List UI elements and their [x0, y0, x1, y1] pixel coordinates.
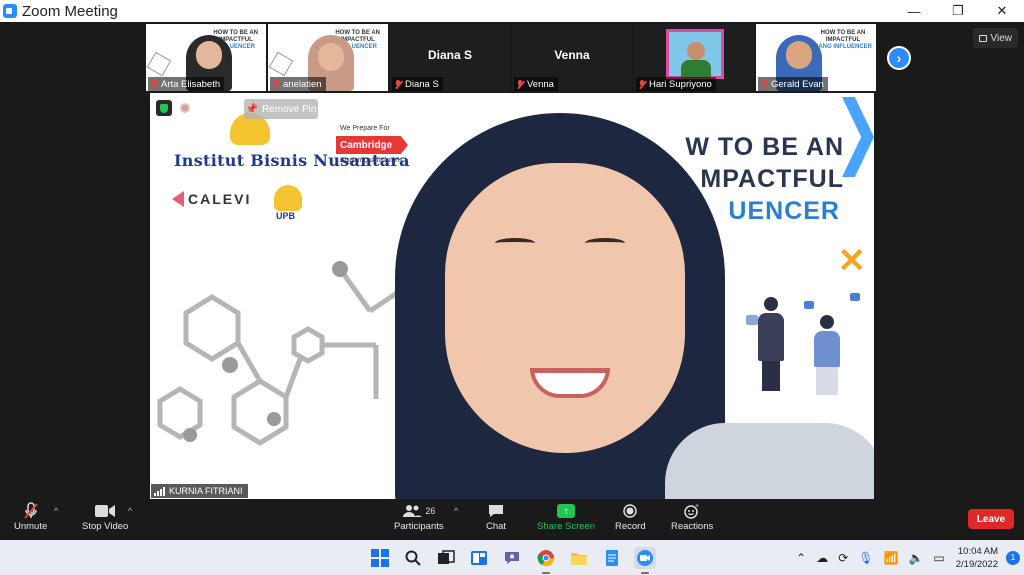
leave-button[interactable]: Leave — [968, 509, 1014, 529]
notepad-icon[interactable] — [601, 547, 623, 569]
mic-muted-icon — [272, 79, 280, 89]
volume-icon[interactable]: 🔈 — [908, 551, 923, 565]
meeting-stage: View HOW TO BE AN IMPACTFUL INFLUENCER Art… — [0, 22, 1024, 499]
notification-badge[interactable]: 1 — [1006, 550, 1020, 565]
chevron-up-icon[interactable]: ⌃ — [796, 551, 806, 565]
participant-video — [666, 29, 724, 79]
participant-tile-arta[interactable]: HOW TO BE AN IMPACTFUL INFLUENCER Arta Eli… — [146, 24, 266, 91]
view-button[interactable]: View — [972, 28, 1018, 48]
meeting-toolbar: Unmute ^ Stop Video ^ 26 Participants ^ … — [0, 499, 1024, 540]
participant-name-tag: Venna — [514, 77, 558, 91]
upb-logo-text: UPB — [276, 211, 296, 221]
chrome-icon[interactable] — [535, 547, 557, 574]
clock-time: 10:04 AM — [957, 545, 998, 557]
recording-indicator-icon — [180, 103, 190, 113]
security-shield-icon[interactable] — [156, 100, 172, 116]
participants-icon: 26 — [402, 501, 435, 521]
participant-name-tag: Hari Supriyono — [636, 77, 716, 91]
grid-view-icon — [978, 34, 987, 42]
participant-display-name: Venna — [554, 48, 590, 62]
share-screen-button[interactable]: ↑ Share Screen — [537, 501, 595, 532]
title-bar: Zoom Meeting — ❐ ✕ — [0, 0, 1024, 22]
mic-muted-icon — [150, 79, 158, 89]
participant-tile-diana[interactable]: Diana S Diana S — [390, 24, 510, 91]
smiley-plus-icon: + — [684, 501, 700, 521]
task-view-icon[interactable] — [435, 547, 457, 569]
unmute-button[interactable]: Unmute — [14, 501, 47, 532]
file-explorer-icon[interactable] — [568, 547, 590, 569]
participant-name-tag: anelatien — [270, 77, 326, 91]
clock[interactable]: 10:04 AM 2/19/2022 — [956, 545, 998, 571]
chat-button[interactable]: Chat — [486, 501, 506, 532]
record-button[interactable]: Record — [615, 501, 646, 532]
teams-chat-icon[interactable] — [501, 547, 523, 569]
zoom-app-icon — [3, 4, 17, 18]
system-tray: ⌃ ☁ ⟳ 🎙 📶 🔈 ▭ 10:04 AM 2/19/2022 1 — [791, 540, 1020, 575]
video-options-caret-icon[interactable]: ^ — [128, 506, 132, 516]
participants-button[interactable]: 26 Participants — [394, 501, 444, 532]
record-icon — [623, 501, 638, 521]
chat-bubble-icon — [488, 501, 504, 521]
window-title: Zoom Meeting — [22, 2, 118, 20]
clock-date: 2/19/2022 — [955, 558, 998, 570]
participant-name-tag: Diana S — [392, 77, 443, 91]
presenter-video — [365, 93, 874, 499]
windows-taskbar: ⌃ ☁ ⟳ 🎙 📶 🔈 ▭ 10:04 AM 2/19/2022 1 — [0, 540, 1024, 575]
audio-options-caret-icon[interactable]: ^ — [54, 506, 58, 516]
maximize-button[interactable]: ❐ — [936, 0, 980, 22]
mic-muted-icon — [760, 79, 768, 89]
sync-icon[interactable]: ⟳ — [838, 551, 848, 565]
pin-icon: 📌 — [245, 103, 258, 115]
minimize-button[interactable]: — — [892, 0, 936, 22]
participant-tile-venna[interactable]: Venna Venna — [512, 24, 632, 91]
meeting-status-icons — [156, 100, 190, 116]
widgets-icon[interactable] — [468, 547, 490, 569]
participant-tile-hari[interactable]: Hari Supriyono — [634, 24, 754, 91]
zoom-taskbar-icon[interactable] — [634, 547, 656, 574]
view-button-label: View — [990, 32, 1013, 44]
wifi-icon[interactable]: 📶 — [883, 551, 898, 565]
participant-name-tag: Gerald Evan — [758, 77, 828, 91]
calevi-mark-icon — [172, 191, 184, 207]
reactions-button[interactable]: + Reactions — [671, 501, 713, 532]
participant-display-name: Diana S — [427, 48, 472, 62]
active-speaker-name-tag: KURNIA FITRIANI — [151, 484, 248, 498]
stop-video-button[interactable]: Stop Video — [82, 501, 128, 532]
remove-pin-button[interactable]: 📌 Remove Pin — [244, 99, 318, 119]
chevron-right-icon: › — [896, 50, 902, 66]
upb-crest-logo — [274, 185, 302, 211]
next-page-button[interactable]: › — [887, 46, 911, 70]
svg-text:+: + — [695, 503, 699, 510]
hexagon-graphic — [268, 51, 294, 77]
start-icon[interactable] — [369, 547, 391, 569]
hexagon-graphic — [146, 51, 172, 77]
calevi-logo: CALEVI — [172, 191, 251, 207]
participant-tile-gerald[interactable]: HOW TO BE AN IMPACTFUL NANO INFLUENCER Ger… — [756, 24, 876, 91]
search-icon[interactable] — [402, 547, 424, 569]
video-camera-icon — [95, 501, 116, 521]
participant-tile-anelatien[interactable]: HOW TO BE AN IMPACTFUL INFLUENCER anelatie… — [268, 24, 388, 91]
mic-muted-icon — [23, 501, 39, 521]
share-screen-icon: ↑ — [557, 504, 576, 518]
mic-muted-icon — [394, 79, 402, 89]
onedrive-icon[interactable]: ☁ — [816, 551, 828, 565]
battery-icon[interactable]: ▭ — [933, 551, 944, 565]
mic-muted-icon — [516, 79, 524, 89]
participant-name-tag: Arta Elisabeth — [148, 77, 225, 91]
close-button[interactable]: ✕ — [980, 0, 1024, 22]
active-speaker-video[interactable]: Institut Bisnis Nusantara We Prepare For… — [150, 93, 874, 499]
mic-muted-icon — [638, 79, 646, 89]
participant-count: 26 — [425, 506, 436, 516]
microphone-icon[interactable]: 🎙 — [858, 551, 873, 565]
participants-options-caret-icon[interactable]: ^ — [454, 506, 458, 516]
slide-thumb-text: HOW TO BE AN IMPACTFUL NANO INFLUENCER — [814, 30, 872, 50]
signal-strength-icon — [154, 486, 165, 496]
